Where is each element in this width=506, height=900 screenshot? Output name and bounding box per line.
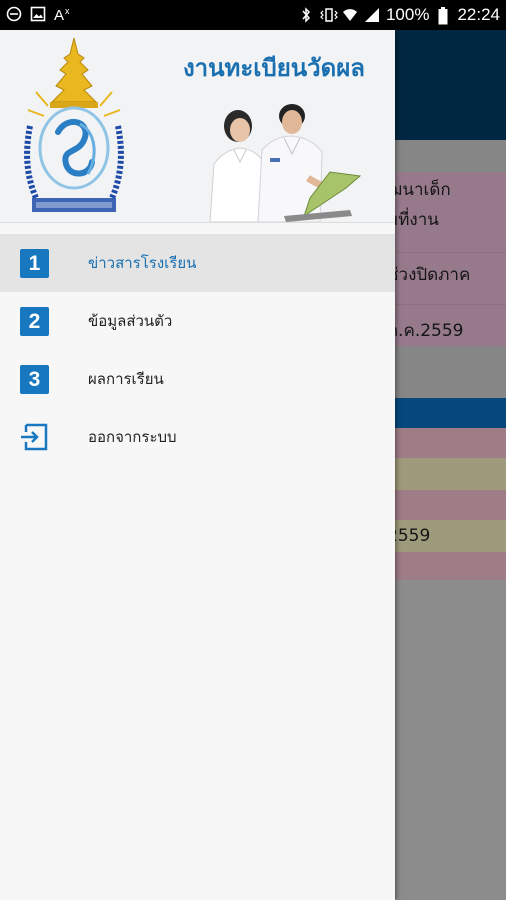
students-image (209, 104, 362, 222)
menu-item-grades[interactable]: 3 ผลการเรียน (0, 350, 395, 408)
wifi-icon (342, 7, 358, 23)
scrim[interactable] (395, 30, 506, 900)
do-not-disturb-icon (6, 6, 22, 22)
clock: 22:24 (457, 5, 500, 24)
bluetooth-icon (298, 7, 314, 23)
navigation-drawer: งานทะเบียนวัดผล 1 ข่าวสารโรงเรียน 2 ข้อม… (0, 30, 395, 900)
number-one-icon: 1 (20, 248, 49, 278)
vibrate-icon (320, 7, 338, 23)
app-title: งานทะเบียนวัดผล (182, 54, 365, 82)
svg-text:x: x (65, 6, 70, 16)
status-bar: Ax 100% 22:24 (0, 0, 506, 30)
status-right-icons: 100% 22:24 (298, 5, 500, 25)
svg-text:A: A (54, 7, 64, 22)
menu-item-label: ออกจากระบบ (88, 428, 177, 446)
menu-item-logout[interactable]: ออกจากระบบ (0, 408, 395, 466)
menu-item-personal-info[interactable]: 2 ข้อมูลส่วนตัว (0, 292, 395, 350)
menu-item-school-news[interactable]: 1 ข่าวสารโรงเรียน (0, 234, 395, 292)
image-icon (30, 6, 46, 22)
school-logo (24, 37, 124, 212)
number-three-icon: 3 (20, 364, 49, 394)
menu-item-label: ผลการเรียน (88, 370, 164, 388)
drawer-header: งานทะเบียนวัดผล (0, 30, 395, 223)
number-two-icon: 2 (20, 306, 49, 336)
font-size-icon: Ax (54, 6, 70, 24)
background-app: ัฒนาเด็ก มที่งาน ช่วงปิดภาค ต.ค.2559 255… (395, 30, 506, 900)
status-left-icons: Ax (6, 6, 70, 24)
logout-icon (21, 423, 48, 451)
signal-icon (364, 7, 380, 23)
menu-item-label: ข่าวสารโรงเรียน (88, 254, 197, 272)
battery-icon (435, 7, 451, 25)
battery-percent: 100% (385, 5, 430, 24)
drawer-menu: 1 ข่าวสารโรงเรียน 2 ข้อมูลส่วนตัว 3 ผลกา… (0, 234, 395, 466)
menu-item-label: ข้อมูลส่วนตัว (88, 312, 173, 330)
